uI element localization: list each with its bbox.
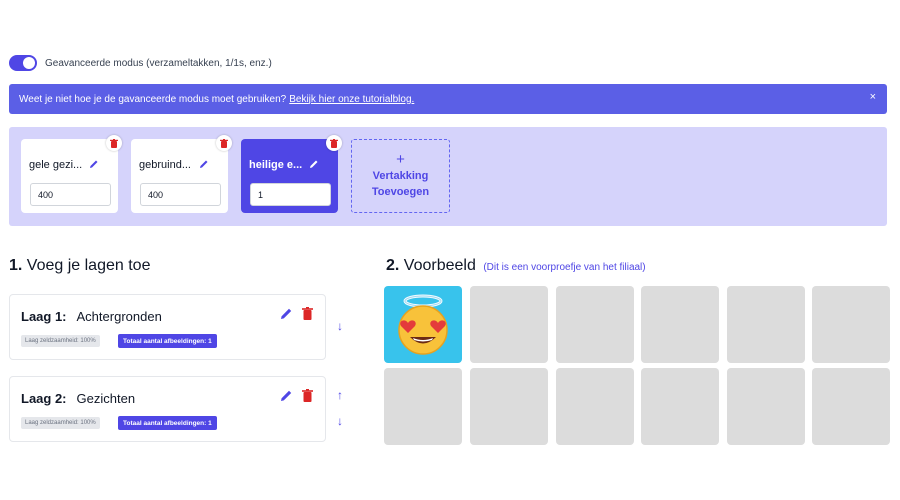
tutorial-banner: Weet je niet hoe je de gavanceerde modus… [9,84,887,114]
layer-name: Achtergronden [76,309,162,324]
preview-tile [812,286,890,363]
pencil-icon[interactable] [280,307,293,320]
trash-icon[interactable] [302,389,313,402]
layer-title: Laag 2: Gezichten [21,391,135,406]
branch-quantity-input[interactable]: 1 [250,183,331,206]
preview-tile [727,286,805,363]
rarity-badge: Laag zeldzaamheid: 100% [21,335,100,347]
layer-label: Laag 1: [21,309,67,324]
pencil-icon[interactable] [89,159,99,169]
move-down-arrow[interactable]: ↓ [337,319,343,333]
branch-card-1[interactable]: gele gezi... 400 [21,135,122,213]
advanced-mode-toggle-row: Geavanceerde modus (verzameltakken, 1/1s… [9,55,272,71]
branches-container: gele gezi... 400 gebruind... 400 heilige… [9,127,887,226]
preview-tile [556,368,634,445]
branch-name: gele gezi... [29,159,83,171]
trash-icon [330,138,338,148]
preview-heading: 2. Voorbeeld (Dit is een voorproefje van… [386,257,646,275]
pencil-icon[interactable] [199,159,209,169]
branch-name: gebruind... [139,159,191,171]
layer-title: Laag 1: Achtergronden [21,309,162,324]
layers-heading: 1. Voeg je lagen toe [9,257,150,275]
add-branch-button[interactable]: + Vertakking Toevoegen [351,139,450,213]
layer-card-2[interactable]: Laag 2: Gezichten Laag zeldzaamheid: 100%… [9,376,326,442]
preview-tile [556,286,634,363]
total-images-badge: Totaal aantal afbeeldingen: 1 [118,334,217,348]
rarity-badge: Laag zeldzaamheid: 100% [21,417,100,429]
layers-heading-num: 1. [9,257,23,274]
branch-card-2[interactable]: gebruind... 400 [131,135,232,213]
preview-subtitle: (Dit is een voorproefje van het filiaal) [483,262,646,273]
heart-eyes-halo-emoji-icon [398,294,448,355]
total-images-badge: Totaal aantal afbeeldingen: 1 [118,416,217,430]
move-down-arrow[interactable]: ↓ [337,414,343,428]
add-branch-label: Vertakking Toevoegen [371,170,430,198]
preview-tile [727,368,805,445]
trash-icon [110,138,118,148]
move-up-arrow[interactable]: ↑ [337,388,343,402]
pencil-icon[interactable] [280,389,293,402]
branch-name: heilige e... [249,159,303,171]
preview-tile [384,286,462,363]
layer-card-1[interactable]: Laag 1: Achtergronden Laag zeldzaamheid: … [9,294,326,360]
preview-heading-num: 2. [386,257,400,274]
branch-card-3[interactable]: heilige e... 1 [241,135,342,213]
preview-tile [470,286,548,363]
preview-tile [812,368,890,445]
preview-tile [470,368,548,445]
layer-label: Laag 2: [21,391,67,406]
advanced-mode-toggle[interactable] [9,55,37,71]
trash-icon [220,138,228,148]
preview-tile [384,368,462,445]
layers-heading-title: Voeg je lagen toe [26,257,151,274]
plus-icon: + [396,151,405,168]
trash-icon[interactable] [302,307,313,320]
pencil-icon[interactable] [309,159,319,169]
layer-name: Gezichten [76,391,136,406]
preview-tile [641,368,719,445]
advanced-mode-label: Geavanceerde modus (verzameltakken, 1/1s… [45,57,272,69]
delete-branch-button[interactable] [326,135,342,151]
preview-heading-title: Voorbeeld [403,257,476,274]
preview-tile [641,286,719,363]
branch-quantity-input[interactable]: 400 [140,183,221,206]
delete-branch-button[interactable] [106,135,122,151]
banner-close-icon[interactable]: × [870,91,876,103]
toggle-knob [23,57,35,69]
banner-text: Weet je niet hoe je de gavanceerde modus… [19,93,287,105]
branch-quantity-input[interactable]: 400 [30,183,111,206]
tutorial-blog-link[interactable]: Bekijk hier onze tutorialblog. [289,94,414,105]
delete-branch-button[interactable] [216,135,232,151]
